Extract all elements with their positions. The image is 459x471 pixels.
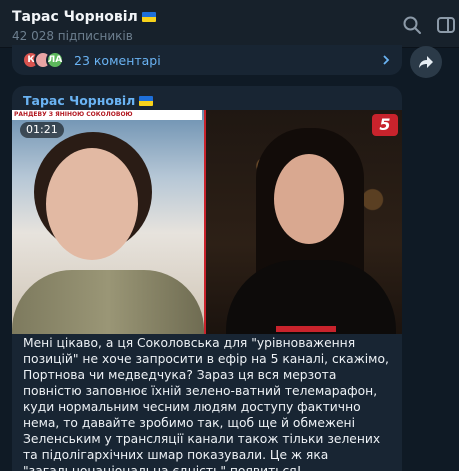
search-icon[interactable] [402, 15, 422, 35]
person-face-right [274, 154, 344, 244]
share-button[interactable] [410, 46, 442, 78]
video-left-panel [12, 110, 204, 334]
post-author-name: Тарас Чорновіл [23, 93, 136, 108]
commenter-avatar: ЛА [46, 51, 64, 69]
subscriber-count: 42 028 підписників [12, 29, 133, 43]
video-right-panel [206, 110, 402, 334]
post-text: Мені цікаво, а ця Соколовська для "урівн… [23, 336, 389, 471]
chevron-right-icon [383, 55, 390, 65]
comments-count-link[interactable]: 23 коментарі [74, 53, 161, 68]
red-bottom-bar [276, 326, 336, 332]
video-preview[interactable]: РАНДЕВУ З ЯНІНОЮ СОКОЛОВОЮ 01:21 5 [12, 110, 402, 334]
ukraine-flag-icon [141, 12, 156, 22]
sidebar-toggle-icon[interactable] [436, 15, 456, 35]
channel-5-logo: 5 [372, 114, 398, 136]
person-face-left [46, 148, 138, 260]
person-body-left [12, 270, 204, 334]
channel-post[interactable]: Тарас Чорновіл РАНДЕВУ З ЯНІНОЮ СОКОЛОВО… [12, 86, 402, 471]
share-arrow-icon [419, 56, 433, 68]
person-body-right [226, 260, 396, 334]
post-author[interactable]: Тарас Чорновіл [23, 93, 154, 108]
channel-title-text: Тарас Чорновіл [12, 9, 138, 25]
channel-title[interactable]: Тарас Чорновіл [12, 9, 459, 26]
show-title-strip: РАНДЕВУ З ЯНІНОЮ СОКОЛОВОЮ [12, 110, 202, 120]
previous-post-comments-bar[interactable]: К ЛА 23 коментарі [12, 45, 402, 75]
ukraine-flag-icon [139, 96, 154, 106]
channel-header[interactable]: Тарас Чорновіл 42 028 підписників [0, 0, 459, 48]
video-duration-badge: 01:21 [20, 122, 64, 138]
